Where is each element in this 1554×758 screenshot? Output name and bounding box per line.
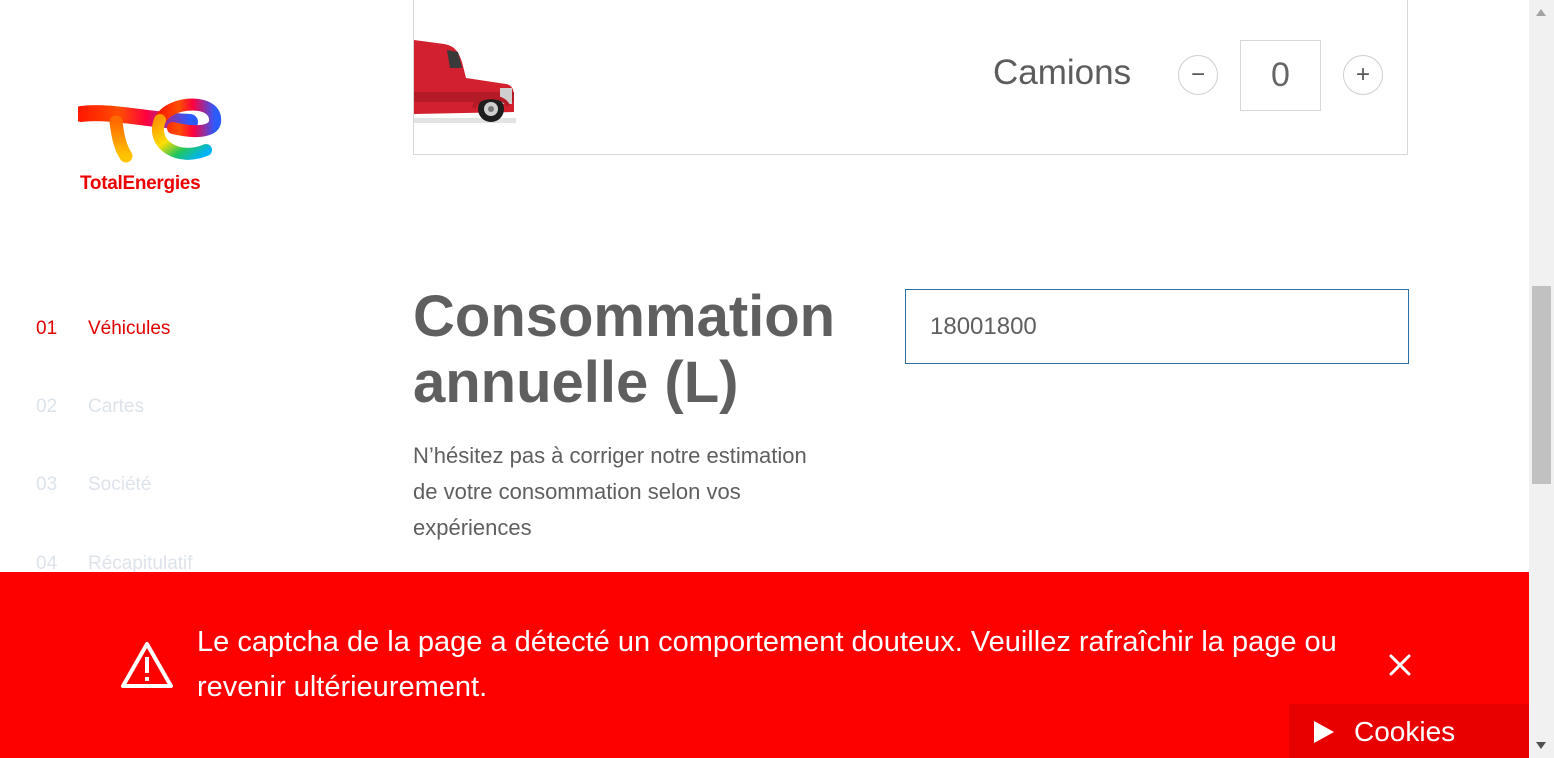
close-icon[interactable] — [1386, 651, 1414, 679]
alert-message: Le captcha de la page a détecté un compo… — [197, 626, 1337, 703]
step-societe[interactable]: 03 Société — [36, 474, 151, 496]
truck-icon — [414, 40, 516, 123]
step-number: 02 — [36, 396, 58, 417]
scrollbar-thumb[interactable] — [1532, 286, 1551, 484]
step-cartes[interactable]: 02 Cartes — [36, 396, 144, 418]
step-label: Véhicules — [88, 318, 171, 339]
vehicle-card-camions: Camions − 0 + — [413, 0, 1408, 155]
scroll-down-arrow-icon[interactable] — [1536, 742, 1546, 750]
scroll-up-arrow-icon[interactable] — [1536, 8, 1546, 16]
step-label: Récapitulatif — [88, 553, 193, 574]
quantity-field[interactable]: 0 — [1240, 40, 1321, 111]
page: TotalEnergies 01 Véhicules 02 Cartes 03 Soc… — [0, 0, 1529, 758]
annual-consumption-input[interactable] — [905, 289, 1409, 364]
vehicle-type-label: Camions — [993, 53, 1132, 92]
step-number: 01 — [36, 318, 58, 339]
step-label: Société — [88, 474, 152, 495]
step-vehicules[interactable]: 01 Véhicules — [36, 318, 170, 340]
step-label: Cartes — [88, 396, 144, 417]
decrement-button[interactable]: − — [1178, 55, 1218, 95]
warning-triangle-icon — [121, 642, 173, 688]
play-icon — [1314, 721, 1334, 743]
step-number: 03 — [36, 474, 58, 495]
logo-wordmark: TotalEnergies — [80, 173, 201, 194]
consumption-description: N’hésitez pas à corriger notre estimatio… — [413, 443, 807, 540]
plus-icon: + — [1355, 61, 1370, 88]
minus-icon: − — [1190, 61, 1205, 88]
consumption-title: Consommation annuelle (L) — [413, 284, 836, 415]
cookies-label: Cookies — [1354, 716, 1456, 747]
cookies-button[interactable]: Cookies — [1289, 704, 1529, 758]
increment-button[interactable]: + — [1343, 55, 1383, 95]
